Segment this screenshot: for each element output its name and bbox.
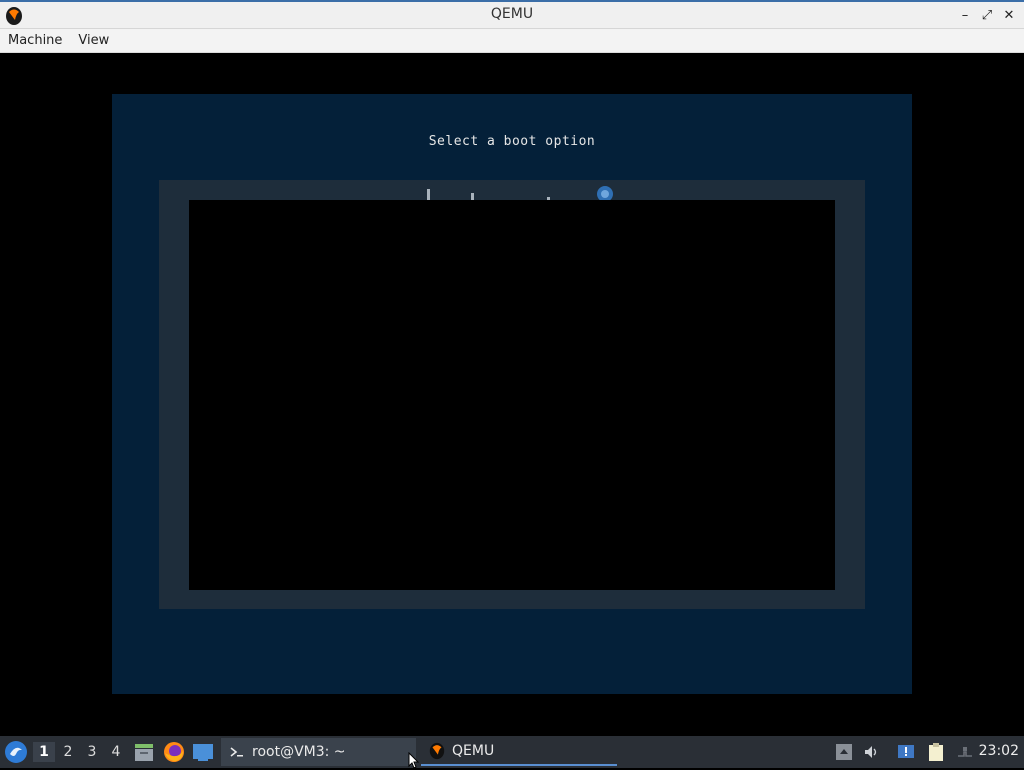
boot-screen: Select a boot option [112,94,912,694]
file-manager-icon[interactable] [133,741,155,763]
clipboard-icon[interactable] [926,742,946,762]
workspace-4[interactable]: 4 [105,742,127,762]
maximize-button[interactable]: ⤢ [978,5,996,25]
volume-icon[interactable] [862,742,882,762]
network-icon[interactable] [955,742,975,762]
task-terminal[interactable]: root@VM3: ~ [221,738,416,766]
task-qemu[interactable]: QEMU [421,738,617,766]
window-controls: – ⤢ ✕ [956,5,1018,25]
workspace-3[interactable]: 3 [81,742,103,762]
menu-view[interactable]: View [70,33,117,48]
workspace-1[interactable]: 1 [33,742,55,762]
boot-title: Select a boot option [428,134,596,149]
title-bar: QEMU – ⤢ ✕ [0,0,1024,29]
menu-bar: Machine View [0,29,1024,53]
close-button[interactable]: ✕ [1000,5,1018,25]
firefox-icon[interactable] [163,741,185,763]
minimize-button[interactable]: – [956,5,974,25]
qemu-icon [429,742,445,760]
boot-menu-frame [159,180,865,609]
vm-display[interactable]: Select a boot option [0,53,1024,736]
clock[interactable]: 23:02 [979,743,1019,759]
workspace-2[interactable]: 2 [57,742,79,762]
task-terminal-label: root@VM3: ~ [252,744,346,760]
menu-machine[interactable]: Machine [0,33,70,48]
desktop-icon[interactable] [192,741,214,763]
terminal-icon [230,747,243,757]
boot-options-list[interactable] [189,200,835,590]
tray-up-arrow-icon[interactable] [834,742,854,762]
mouse-cursor-icon [408,752,420,769]
notification-icon[interactable] [896,742,916,762]
window-title: QEMU [490,6,534,22]
taskbar: 1 2 3 4 root@VM3: ~ QEMU 23:02 [0,736,1024,768]
task-qemu-label: QEMU [452,743,495,759]
start-menu-icon[interactable] [4,740,28,764]
distro-logo-icon [427,186,613,201]
